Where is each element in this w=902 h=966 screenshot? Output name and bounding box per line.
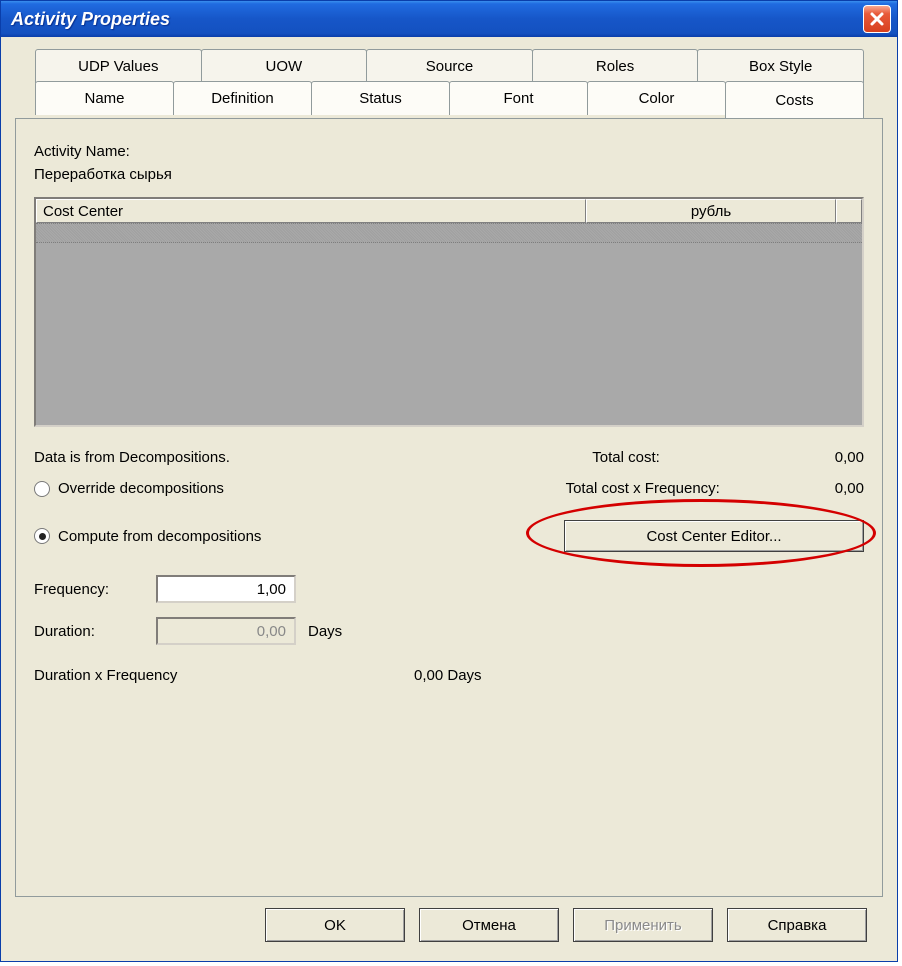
titlebar: Activity Properties	[1, 1, 897, 37]
ok-button[interactable]: OK	[265, 908, 405, 942]
col-cost-center[interactable]: Cost Center	[36, 199, 586, 223]
duration-label: Duration:	[34, 623, 144, 640]
tab-font[interactable]: Font	[449, 81, 588, 115]
cost-center-grid[interactable]: Cost Center рубль	[34, 197, 864, 427]
activity-name-value: Переработка сырья	[34, 166, 864, 183]
decomp-note: Data is from Decompositions.	[34, 449, 439, 466]
help-button[interactable]: Справка	[727, 908, 867, 942]
tab-uow[interactable]: UOW	[201, 49, 368, 83]
tab-definition[interactable]: Definition	[173, 81, 312, 115]
grid-body[interactable]	[36, 223, 862, 425]
close-icon	[869, 11, 885, 27]
dxf-label: Duration x Frequency	[34, 667, 414, 684]
dialog-window: Activity Properties UDP Values UOW Sourc…	[0, 0, 898, 962]
activity-name-label: Activity Name:	[34, 143, 864, 160]
cost-center-editor-button[interactable]: Cost Center Editor...	[564, 520, 864, 552]
tab-box-style[interactable]: Box Style	[697, 49, 864, 83]
total-cost-value: 0,00	[784, 449, 864, 466]
window-title: Activity Properties	[11, 9, 863, 30]
grid-header: Cost Center рубль	[36, 199, 862, 223]
tcf-value: 0,00	[784, 480, 864, 497]
tcf-label: Total cost x Frequency:	[566, 480, 720, 497]
radio-override[interactable]	[34, 481, 50, 497]
col-currency[interactable]: рубль	[586, 199, 836, 223]
radio-compute-label: Compute from decompositions	[58, 528, 261, 545]
tab-roles[interactable]: Roles	[532, 49, 699, 83]
duration-input	[156, 617, 296, 645]
close-button[interactable]	[863, 5, 891, 33]
frequency-label: Frequency:	[34, 581, 144, 598]
dxf-value: 0,00 Days	[414, 667, 482, 684]
cancel-button[interactable]: Отмена	[419, 908, 559, 942]
tab-name[interactable]: Name	[35, 81, 174, 115]
button-bar: OK Отмена Применить Справка	[15, 897, 883, 953]
grid-selected-row[interactable]	[36, 223, 862, 243]
tab-costs[interactable]: Costs	[725, 81, 864, 119]
radio-override-row[interactable]: Override decompositions	[34, 480, 439, 497]
tab-status[interactable]: Status	[311, 81, 450, 115]
frequency-input[interactable]	[156, 575, 296, 603]
radio-compute-row[interactable]: Compute from decompositions	[34, 511, 439, 561]
total-cost-label: Total cost:	[592, 449, 660, 466]
tab-panel-costs: Activity Name: Переработка сырья Cost Ce…	[15, 118, 883, 897]
tab-strip: UDP Values UOW Source Roles Box Style Na…	[15, 49, 883, 119]
col-spacer	[836, 199, 862, 223]
tab-udp-values[interactable]: UDP Values	[35, 49, 202, 83]
radio-override-label: Override decompositions	[58, 480, 224, 497]
client-area: UDP Values UOW Source Roles Box Style Na…	[1, 37, 897, 961]
tab-color[interactable]: Color	[587, 81, 726, 115]
radio-compute[interactable]	[34, 528, 50, 544]
apply-button: Применить	[573, 908, 713, 942]
tab-source[interactable]: Source	[366, 49, 533, 83]
duration-unit: Days	[308, 623, 418, 640]
